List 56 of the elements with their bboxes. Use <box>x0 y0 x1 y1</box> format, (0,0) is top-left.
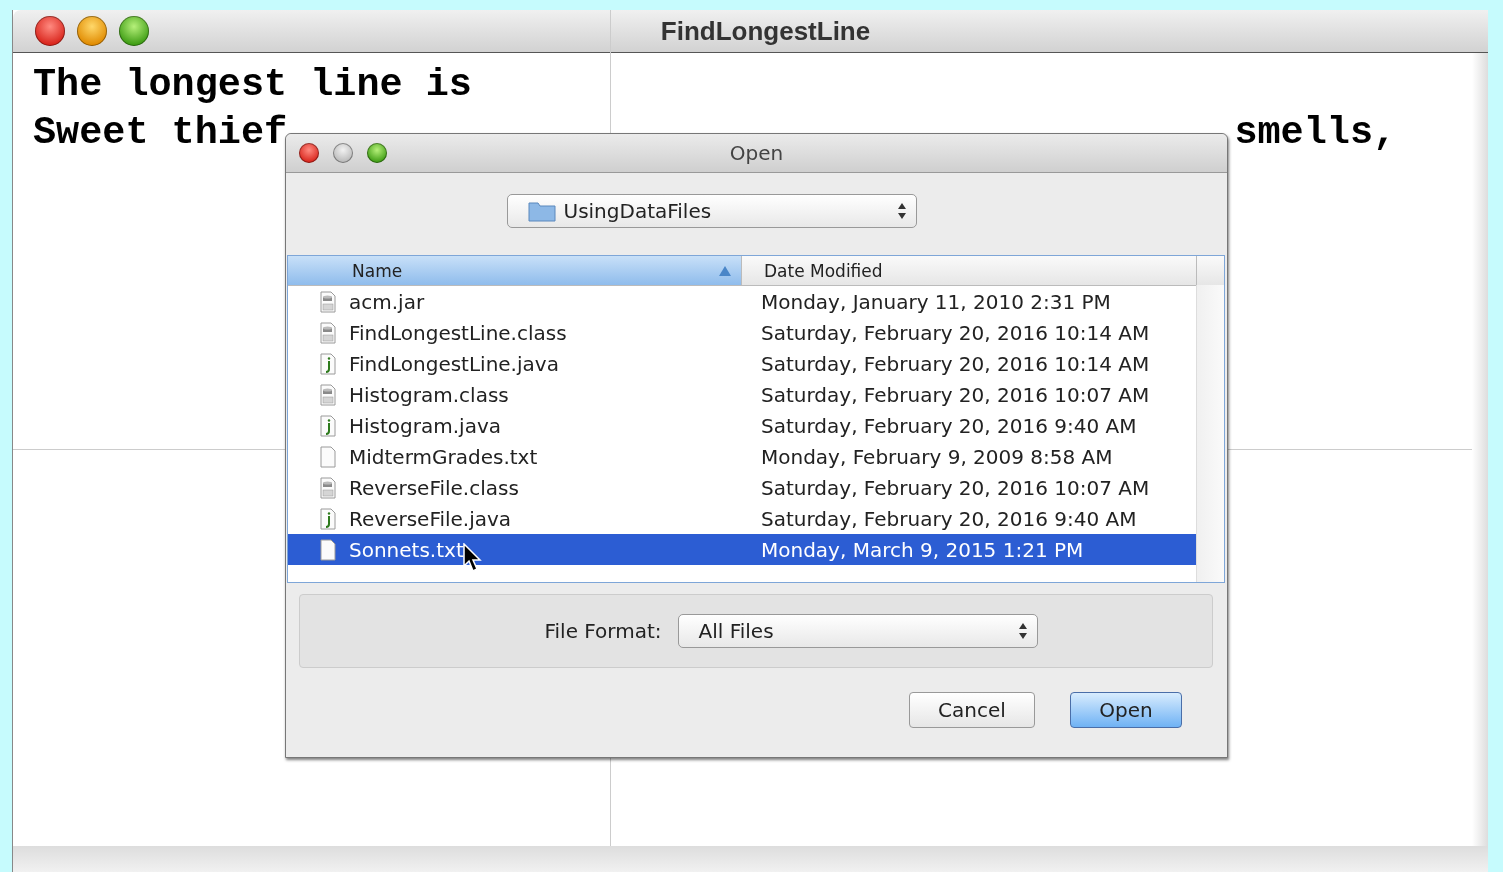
document-icon <box>319 538 337 561</box>
java-file-icon <box>319 414 337 437</box>
default-button[interactable]: Open <box>1070 692 1182 728</box>
window-title: FindLongestLine <box>659 15 871 47</box>
archive-file-icon <box>319 290 337 313</box>
zoom-button[interactable] <box>367 143 387 163</box>
date-modified: Saturday, February 20, 2016 10:07 AM <box>760 382 1150 407</box>
location-dropdown[interactable]: UsingDataFiles <box>506 194 917 228</box>
zoom-button[interactable] <box>119 16 149 46</box>
folder-icon <box>527 200 556 222</box>
file-row[interactable]: ReverseFile.java Saturday, February 20, 2016 9:40 AM <box>288 503 1197 534</box>
file-format-dropdown[interactable]: All Files <box>677 614 1038 648</box>
date-modified: Saturday, February 20, 2016 10:14 AM <box>760 320 1150 345</box>
file-format-label: File Format: <box>544 619 662 643</box>
file-name: Histogram.java <box>349 413 501 438</box>
archive-file-icon <box>319 321 337 344</box>
file-row[interactable]: Histogram.java Saturday, February 20, 2016 9:40 AM <box>288 410 1197 441</box>
close-button[interactable] <box>299 143 319 163</box>
file-name: FindLongestLine.class <box>349 320 567 345</box>
minimize-button[interactable] <box>77 16 107 46</box>
column-header[interactable]: Date Modified <box>742 256 1197 285</box>
document-icon <box>319 445 337 468</box>
file-row[interactable]: FindLongestLine.class Saturday, February 20, 2016 10:14 AM <box>288 317 1197 348</box>
date-modified: Saturday, February 20, 2016 10:14 AM <box>760 351 1150 376</box>
file-name: ReverseFile.java <box>349 506 512 531</box>
updown-arrows-icon <box>1018 621 1027 641</box>
sort-arrow-icon <box>719 265 731 276</box>
output-text: smells, <box>1234 110 1397 157</box>
close-button[interactable] <box>35 16 65 46</box>
file-name: MidtermGrades.txt <box>349 444 538 469</box>
file-row[interactable]: ReverseFile.class Saturday, February 20, 2016 10:07 AM <box>288 472 1197 503</box>
output-text: Sweet thief <box>33 110 288 157</box>
java-file-icon <box>319 352 337 375</box>
date-modified: Monday, February 9, 2009 8:58 AM <box>760 444 1113 469</box>
dialog-button[interactable]: Cancel <box>909 692 1035 728</box>
date-modified: Saturday, February 20, 2016 9:40 AM <box>760 506 1137 531</box>
file-name: ReverseFile.class <box>349 475 519 500</box>
file-row[interactable]: Histogram.class Saturday, February 20, 2016 10:07 AM <box>288 379 1197 410</box>
date-modified: Saturday, February 20, 2016 9:40 AM <box>760 413 1137 438</box>
archive-file-icon <box>319 476 337 499</box>
file-row[interactable]: FindLongestLine.java Saturday, February 20, 2016 10:14 AM <box>288 348 1197 379</box>
file-row[interactable]: MidtermGrades.txt Monday, February 9, 2009 8:58 AM <box>288 441 1197 472</box>
file-name: acm.jar <box>349 289 425 314</box>
file-row[interactable]: acm.jar Monday, January 11, 2010 2:31 PM <box>288 286 1197 317</box>
file-name: Histogram.class <box>349 382 509 407</box>
date-modified: Saturday, February 20, 2016 10:07 AM <box>760 475 1150 500</box>
cursor-icon <box>463 543 483 573</box>
output-text: The longest line is <box>33 62 472 109</box>
archive-file-icon <box>319 383 337 406</box>
updown-arrows-icon <box>897 201 906 221</box>
date-modified: Monday, March 9, 2015 1:21 PM <box>760 537 1084 562</box>
date-modified: Monday, January 11, 2010 2:31 PM <box>760 289 1111 314</box>
dialog-title: Open <box>729 141 784 165</box>
java-file-icon <box>319 507 337 530</box>
column-header[interactable]: Name <box>288 256 742 285</box>
file-name: FindLongestLine.java <box>349 351 559 376</box>
